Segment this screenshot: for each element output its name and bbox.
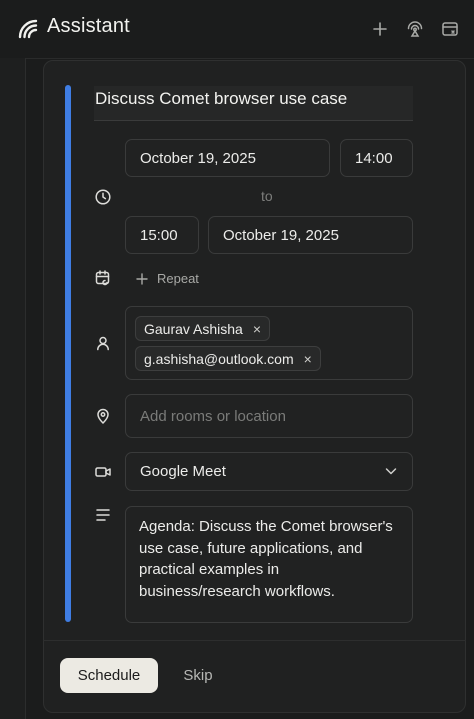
- clock-icon: [95, 189, 111, 205]
- location-pin-icon: [97, 408, 109, 425]
- plus-icon: [136, 272, 148, 285]
- location-input[interactable]: Add rooms or location: [125, 394, 413, 438]
- event-color-bar: [65, 85, 71, 622]
- attendee-email: g.ashisha@outlook.com: [144, 350, 294, 367]
- attendee-name: Gaurav Ashisha: [144, 320, 243, 337]
- app-title: Assistant: [47, 15, 130, 37]
- left-rail: [0, 58, 26, 719]
- event-title: Discuss Comet browser use case: [95, 89, 348, 108]
- remove-attendee-icon[interactable]: ×: [253, 321, 261, 337]
- end-date-field[interactable]: October 19, 2025: [208, 216, 413, 254]
- header-divider: [0, 58, 474, 59]
- footer-divider: [43, 640, 466, 641]
- to-label: to: [261, 188, 273, 204]
- remove-attendee-icon[interactable]: ×: [304, 351, 312, 367]
- end-time-field[interactable]: 15:00: [125, 216, 199, 254]
- attendee-chip: Gaurav Ashisha ×: [135, 316, 271, 341]
- event-title-field[interactable]: Discuss Comet browser use case: [94, 86, 413, 121]
- person-icon: [97, 336, 109, 351]
- schedule-button[interactable]: Schedule: [60, 658, 158, 693]
- broadcast-icon[interactable]: [405, 19, 425, 39]
- plus-icon[interactable]: [370, 19, 390, 39]
- agenda-textarea[interactable]: Agenda: Discuss the Comet browser's use …: [125, 506, 413, 623]
- attendees-field[interactable]: Gaurav Ashisha × g.ashisha@outlook.com ×: [125, 306, 413, 380]
- start-time-field[interactable]: 14:00: [340, 139, 413, 177]
- start-date-field[interactable]: October 19, 2025: [125, 139, 330, 177]
- app-header: Assistant: [0, 0, 474, 58]
- logo-icon: [18, 19, 38, 39]
- calendar-repeat-icon: [95, 270, 110, 286]
- repeat-button[interactable]: Repeat: [135, 271, 199, 286]
- conferencing-select[interactable]: Google Meet: [125, 452, 413, 491]
- video-camera-icon: [95, 467, 111, 477]
- skip-button[interactable]: Skip: [172, 658, 224, 693]
- repeat-label: Repeat: [157, 271, 199, 286]
- chevron-down-icon: [385, 468, 397, 475]
- text-lines-icon: [96, 509, 110, 521]
- attendee-chip: g.ashisha@outlook.com ×: [135, 346, 321, 371]
- conferencing-value: Google Meet: [140, 463, 226, 480]
- window-icon[interactable]: [440, 19, 460, 39]
